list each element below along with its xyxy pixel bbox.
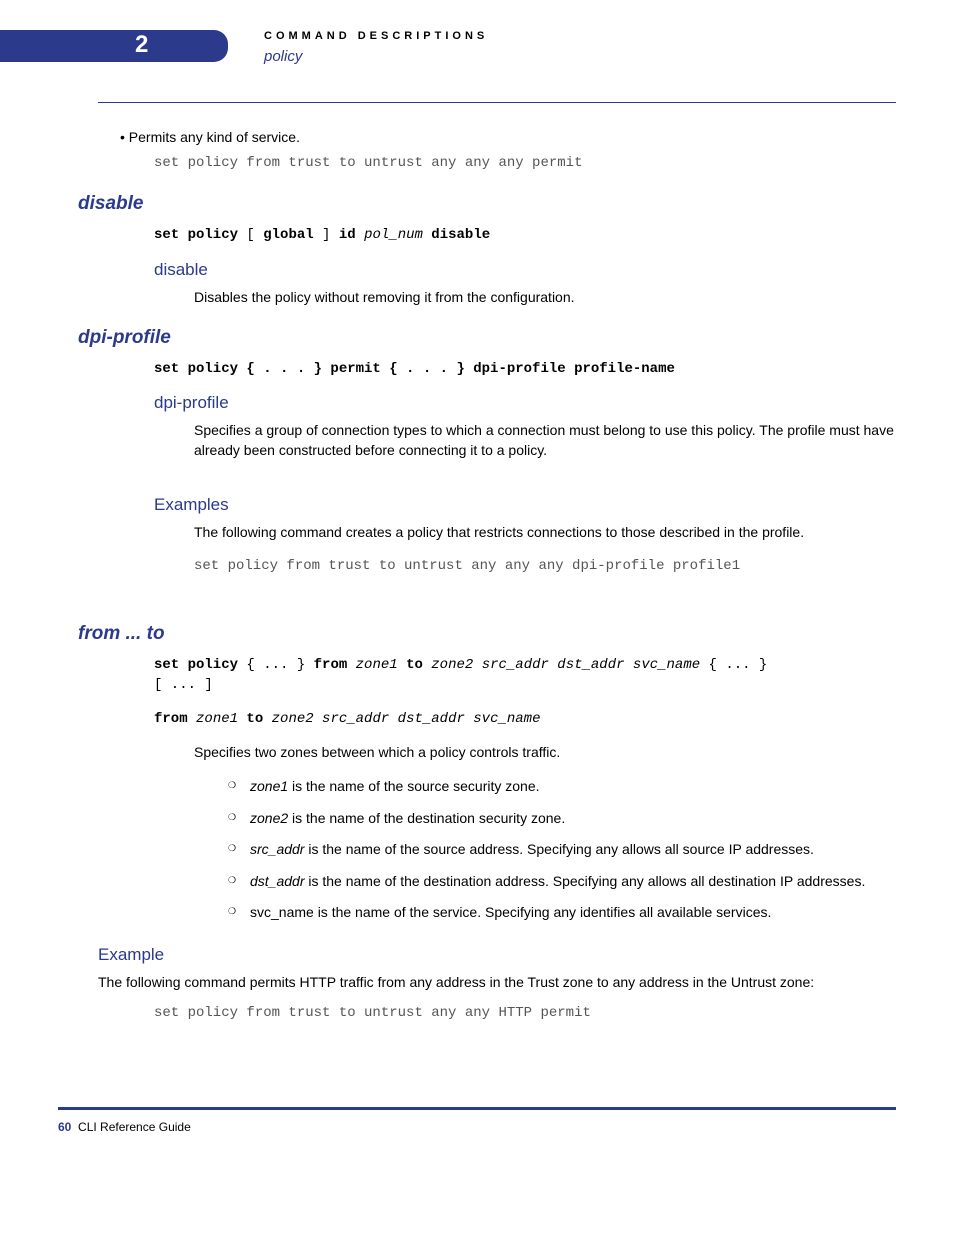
header-subtitle: policy xyxy=(264,48,302,65)
fromto-sublist: zone1 is the name of the source security… xyxy=(232,777,896,923)
footer-label: CLI Reference Guide xyxy=(78,1120,191,1134)
header-title: COMMAND DESCRIPTIONS xyxy=(264,30,488,42)
section-fromto-heading: from ... to xyxy=(78,623,896,645)
dpi-examples-heading: Examples xyxy=(154,495,896,515)
disable-subheading: disable xyxy=(154,260,896,280)
intro-code: set policy from trust to untrust any any… xyxy=(154,153,896,173)
page-footer: 60 CLI Reference Guide xyxy=(58,1120,896,1134)
list-item: src_addr is the name of the source addre… xyxy=(232,840,896,860)
fromto-desc: Specifies two zones between which a poli… xyxy=(194,743,896,763)
section-dpi-heading: dpi-profile xyxy=(78,327,896,349)
page-header: 2 COMMAND DESCRIPTIONS policy xyxy=(58,30,896,78)
list-item: zone2 is the name of the destination sec… xyxy=(232,809,896,829)
dpi-syntax: set policy { . . . } permit { . . . } dp… xyxy=(154,359,896,379)
fromto-example-heading: Example xyxy=(98,945,896,965)
dpi-examples-code: set policy from trust to untrust any any… xyxy=(194,556,896,576)
dpi-desc: Specifies a group of connection types to… xyxy=(194,421,896,460)
footer-rule xyxy=(58,1107,896,1110)
dpi-subheading: dpi-profile xyxy=(154,393,896,413)
list-item: zone1 is the name of the source security… xyxy=(232,777,896,797)
list-item: dst_addr is the name of the destination … xyxy=(232,872,896,892)
fromto-example-text: The following command permits HTTP traff… xyxy=(98,973,896,993)
chapter-tab: 2 xyxy=(0,30,228,62)
header-rule xyxy=(98,102,896,103)
chapter-number: 2 xyxy=(135,31,148,59)
disable-desc: Disables the policy without removing it … xyxy=(194,288,896,308)
disable-syntax: set policy [ global ] id pol_num disable xyxy=(154,225,896,245)
section-disable-heading: disable xyxy=(78,193,896,215)
fromto-example-code: set policy from trust to untrust any any… xyxy=(154,1003,896,1023)
page-number: 60 xyxy=(58,1120,71,1134)
fromto-syntax1: set policy { ... } from zone1 to zone2 s… xyxy=(154,655,896,696)
dpi-examples-text: The following command creates a policy t… xyxy=(194,523,896,543)
intro-bullet: Permits any kind of service. xyxy=(120,129,896,145)
list-item: svc_name is the name of the service. Spe… xyxy=(232,903,896,923)
fromto-syntax2: from zone1 to zone2 src_addr dst_addr sv… xyxy=(154,709,896,729)
